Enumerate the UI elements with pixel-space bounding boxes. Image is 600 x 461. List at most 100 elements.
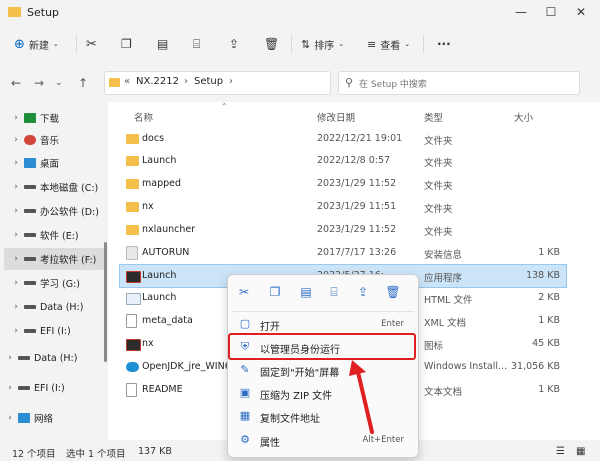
file-type: 文件夹 xyxy=(424,227,453,238)
menu-item-compress-zip[interactable]: ▣ 压缩为 ZIP 文件 xyxy=(232,382,414,404)
minimize-button[interactable]: — xyxy=(512,4,530,20)
breadcrumb-separator: › xyxy=(229,76,233,87)
folder-icon xyxy=(8,7,21,17)
file-type: 文件夹 xyxy=(424,204,453,215)
column-header-size[interactable]: 大小 xyxy=(514,110,533,124)
sidebar-item-drive-d[interactable]: › 办公软件 (D:) xyxy=(10,200,104,222)
chevron-right-icon[interactable]: › xyxy=(10,113,22,123)
chevron-right-icon[interactable]: › xyxy=(10,278,22,288)
cut-button[interactable]: ✂ xyxy=(86,34,97,54)
menu-item-pin-to-start[interactable]: ✎ 固定到"开始"屏幕 xyxy=(232,359,414,381)
breadcrumb-setup[interactable]: Setup xyxy=(194,76,223,87)
sidebar-item-drive-e[interactable]: › 软件 (E:) xyxy=(10,224,104,246)
search-input[interactable]: ⚲ 在 Setup 中搜索 xyxy=(338,71,580,95)
file-row[interactable]: nx 2023/1/29 11:51 文件夹 xyxy=(120,196,566,218)
chevron-right-icon[interactable]: › xyxy=(10,254,22,264)
menu-item-open[interactable]: ▢ 打开 Enter xyxy=(232,313,414,335)
close-button[interactable]: ✕ xyxy=(572,4,590,20)
file-row[interactable]: mapped 2023/1/29 11:52 文件夹 xyxy=(120,173,566,195)
sidebar-item-desktop[interactable]: › 桌面 xyxy=(10,152,104,174)
chevron-right-icon[interactable]: › xyxy=(10,326,22,336)
sidebar-item-drive-h[interactable]: › Data (H:) xyxy=(10,296,104,318)
sidebar-item-drive-i[interactable]: › EFI (I:) xyxy=(10,320,104,342)
more-button[interactable]: ··· xyxy=(437,34,451,54)
chevron-right-icon[interactable]: › xyxy=(10,206,22,216)
chevron-down-icon[interactable]: ⌄ xyxy=(55,78,63,88)
rename-button[interactable]: ⌸ xyxy=(193,34,200,54)
tiles-view-icon[interactable]: ▦ xyxy=(576,446,585,457)
sidebar-item-data-h[interactable]: › Data (H:) xyxy=(4,347,104,369)
menu-divider xyxy=(232,311,414,312)
column-header-name[interactable]: 名称 xyxy=(134,110,153,124)
chevron-right-icon[interactable]: › xyxy=(10,302,22,312)
file-row[interactable]: docs 2022/12/21 19:01 文件夹 xyxy=(120,128,566,150)
maximize-button[interactable]: ☐ xyxy=(542,4,560,20)
copy-button[interactable]: ❐ xyxy=(121,34,132,54)
sidebar-item-downloads[interactable]: › 下载 xyxy=(10,107,104,129)
sidebar-item-music[interactable]: › 音乐 xyxy=(10,129,104,151)
rename-icon[interactable]: ⌸ xyxy=(326,285,342,301)
sort-button[interactable]: ⇅ 排序 ⌄ xyxy=(301,34,344,54)
chevron-down-icon: ⌄ xyxy=(338,40,345,48)
paste-button[interactable]: ▤ xyxy=(157,34,168,54)
sidebar-item-label: EFI (I:) xyxy=(34,382,65,394)
chevron-right-icon[interactable]: › xyxy=(4,383,16,393)
scrollbar-thumb[interactable] xyxy=(104,242,107,362)
file-type: 安装信息 xyxy=(424,250,463,261)
search-icon: ⚲ xyxy=(345,76,354,89)
file-row[interactable]: AUTORUN 2017/7/17 13:26 安装信息 1 KB xyxy=(120,242,566,264)
column-header-type[interactable]: 类型 xyxy=(424,110,443,124)
nx-icon xyxy=(126,339,141,351)
forward-arrow-icon[interactable]: → xyxy=(34,76,44,90)
cut-icon[interactable]: ✂ xyxy=(236,285,252,301)
menu-item-copy-path[interactable]: ▦ 复制文件地址 xyxy=(232,405,414,427)
folder-icon xyxy=(126,225,139,235)
back-arrow-icon[interactable]: ← xyxy=(11,76,21,90)
drive-icon xyxy=(24,209,36,213)
paste-icon[interactable]: ▤ xyxy=(298,285,314,301)
share-button[interactable]: ⇪ xyxy=(229,34,239,54)
sidebar-item-efi-i[interactable]: › EFI (I:) xyxy=(4,377,104,399)
drive-icon xyxy=(24,257,36,261)
up-arrow-icon[interactable]: ↑ xyxy=(78,76,88,90)
new-button[interactable]: ⊕ 新建 ⌄ xyxy=(14,34,59,54)
view-button[interactable]: ≡ 查看 ⌄ xyxy=(367,34,410,54)
address-field[interactable]: « NX.2212 › Setup › xyxy=(104,71,331,95)
breadcrumb-overflow[interactable]: « xyxy=(124,76,130,87)
column-header-date[interactable]: 修改日期 xyxy=(317,110,355,124)
file-name: mapped xyxy=(142,178,182,189)
file-name: nx xyxy=(142,201,154,212)
sidebar-item-drive-g[interactable]: › 学习 (G:) xyxy=(10,272,104,294)
file-type: 图标 xyxy=(424,341,444,352)
menu-item-properties[interactable]: ⚙ 属性 Alt+Enter xyxy=(232,429,414,451)
pin-icon: ✎ xyxy=(240,363,250,376)
chevron-right-icon[interactable]: › xyxy=(10,182,22,192)
file-date: 2022/12/8 0:57 xyxy=(317,155,391,166)
delete-button[interactable]: 🗑 xyxy=(264,34,279,54)
sidebar-item-drive-c[interactable]: › 本地磁盘 (C:) xyxy=(10,176,104,198)
file-type: HTML 文件 xyxy=(424,295,473,306)
breadcrumb-nx[interactable]: NX.2212 xyxy=(136,76,179,87)
chevron-right-icon[interactable]: › xyxy=(10,158,22,168)
drive-icon xyxy=(24,305,36,309)
chevron-right-icon[interactable]: › xyxy=(4,413,16,423)
sidebar-item-drive-f[interactable]: › 考拉软件 (F:) xyxy=(4,248,104,270)
toolbar-divider xyxy=(423,36,424,52)
paste-icon: ▤ xyxy=(157,37,169,51)
sidebar-item-network[interactable]: › 网络 xyxy=(4,407,104,429)
file-row[interactable]: Launch 2022/12/8 0:57 文件夹 xyxy=(120,150,566,172)
file-date: 2022/12/21 19:01 xyxy=(317,133,403,144)
chevron-right-icon[interactable]: › xyxy=(4,353,16,363)
details-view-icon[interactable]: ☰ xyxy=(556,446,565,457)
trash-icon[interactable]: 🗑 xyxy=(385,285,401,301)
copy-icon[interactable]: ❐ xyxy=(267,285,283,301)
chevron-right-icon[interactable]: › xyxy=(10,230,22,240)
sidebar-item-label: 软件 (E:) xyxy=(40,231,79,242)
share-icon[interactable]: ⇪ xyxy=(355,285,371,301)
file-row[interactable]: nxlauncher 2023/1/29 11:52 文件夹 xyxy=(120,219,566,241)
chevron-right-icon[interactable]: › xyxy=(10,135,22,145)
file-size: 1 KB xyxy=(538,384,560,395)
file-name: Launch xyxy=(142,270,177,281)
new-label: 新建 xyxy=(28,40,49,52)
rename-icon: ⌸ xyxy=(193,36,201,51)
